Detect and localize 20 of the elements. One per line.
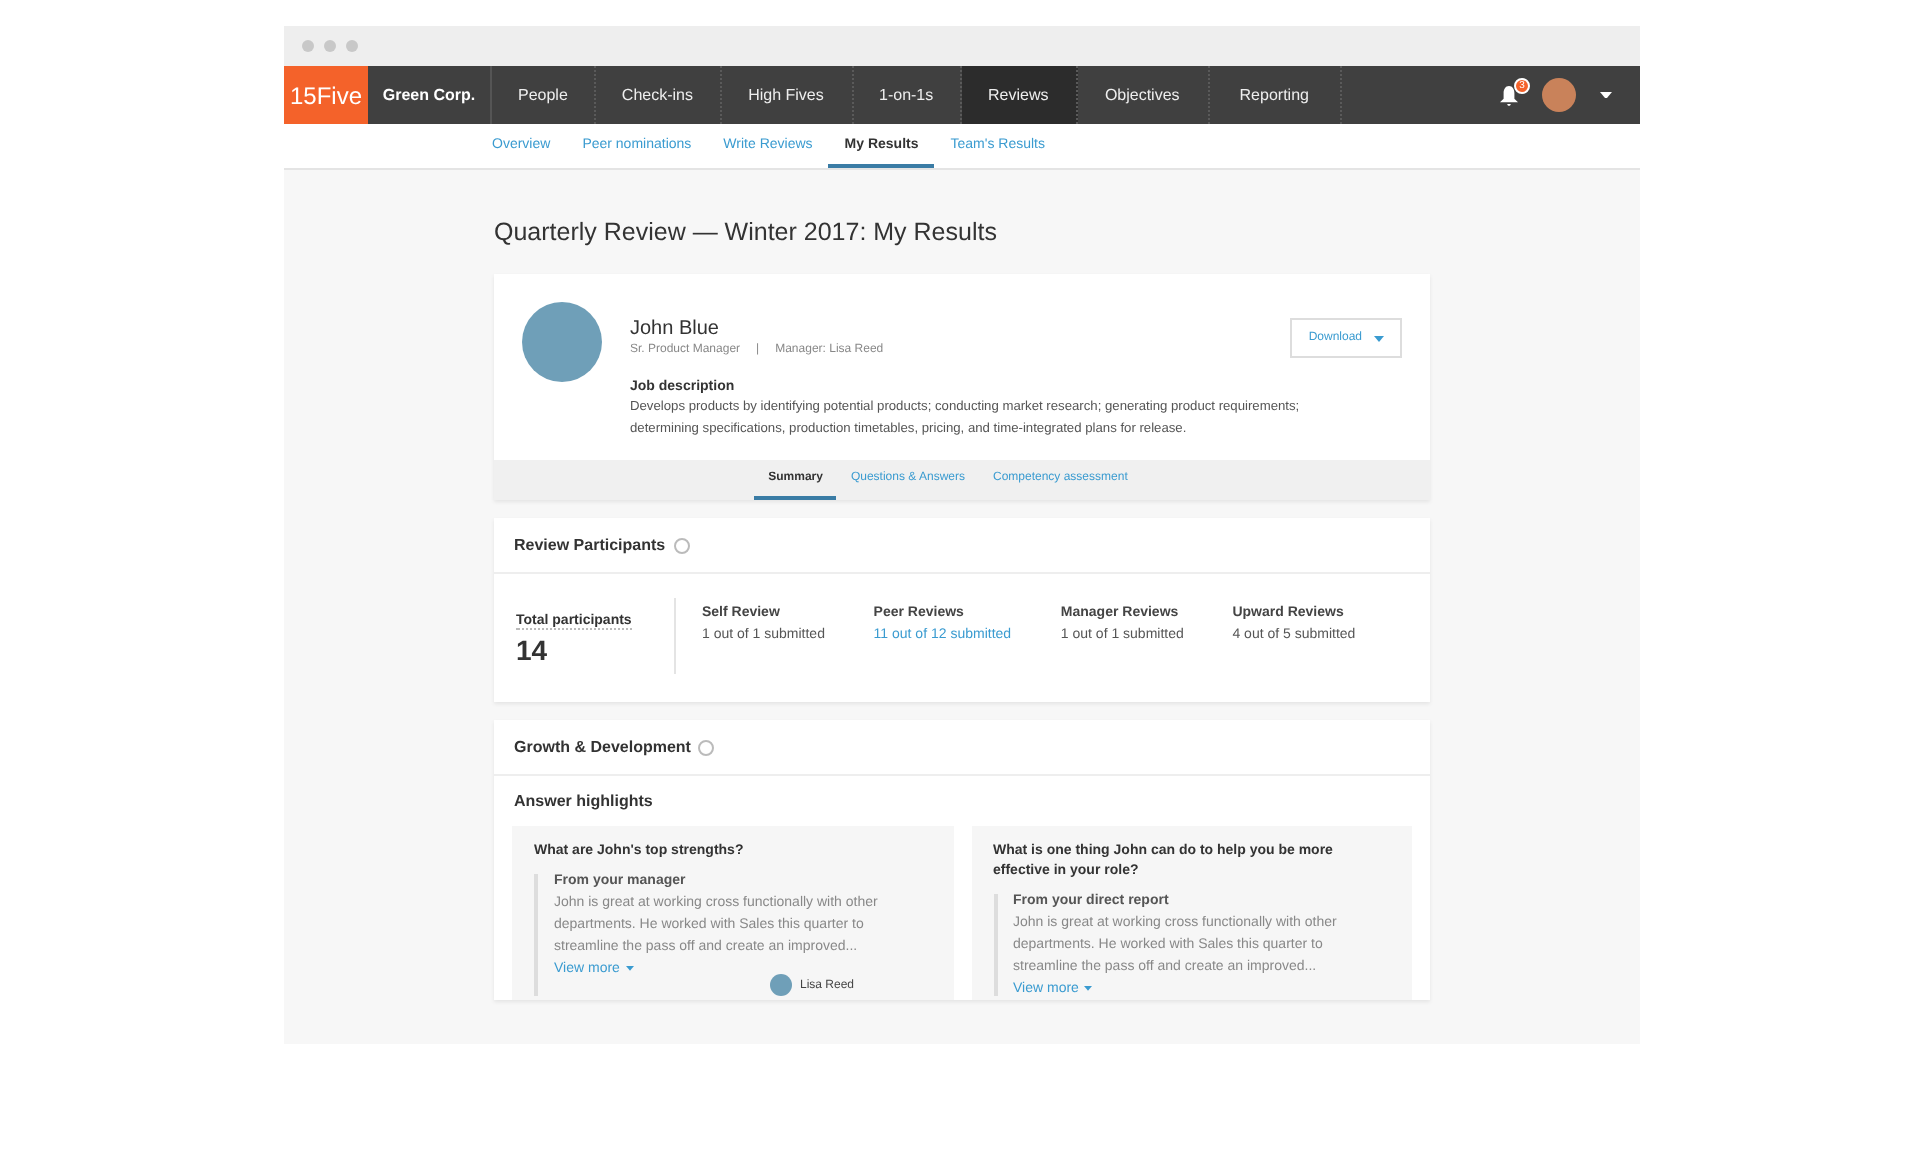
page-title: Quarterly Review — Winter 2017: My Results bbox=[494, 218, 999, 246]
card-title: Review Participants bbox=[514, 536, 666, 554]
window-dot bbox=[346, 40, 358, 52]
caret-icon bbox=[1600, 91, 1612, 99]
section-heading: Answer highlights bbox=[512, 790, 655, 810]
window-dot bbox=[324, 40, 336, 52]
caret-icon bbox=[1084, 986, 1093, 992]
author-avatar bbox=[770, 974, 792, 996]
bell-icon[interactable] bbox=[1500, 85, 1518, 105]
user-avatar[interactable] bbox=[1542, 78, 1576, 112]
help-icon[interactable] bbox=[698, 739, 715, 755]
nav-tab[interactable]: Reviews bbox=[961, 66, 1078, 124]
help-icon[interactable] bbox=[673, 537, 690, 553]
logo[interactable]: 15Five bbox=[284, 66, 368, 124]
caret-icon bbox=[625, 966, 634, 972]
photo-placeholder bbox=[522, 302, 602, 382]
total-count: 14 bbox=[516, 634, 550, 666]
card-title: Growth & Development bbox=[514, 738, 691, 756]
window-dot bbox=[302, 40, 314, 52]
caret-icon bbox=[1374, 335, 1384, 341]
